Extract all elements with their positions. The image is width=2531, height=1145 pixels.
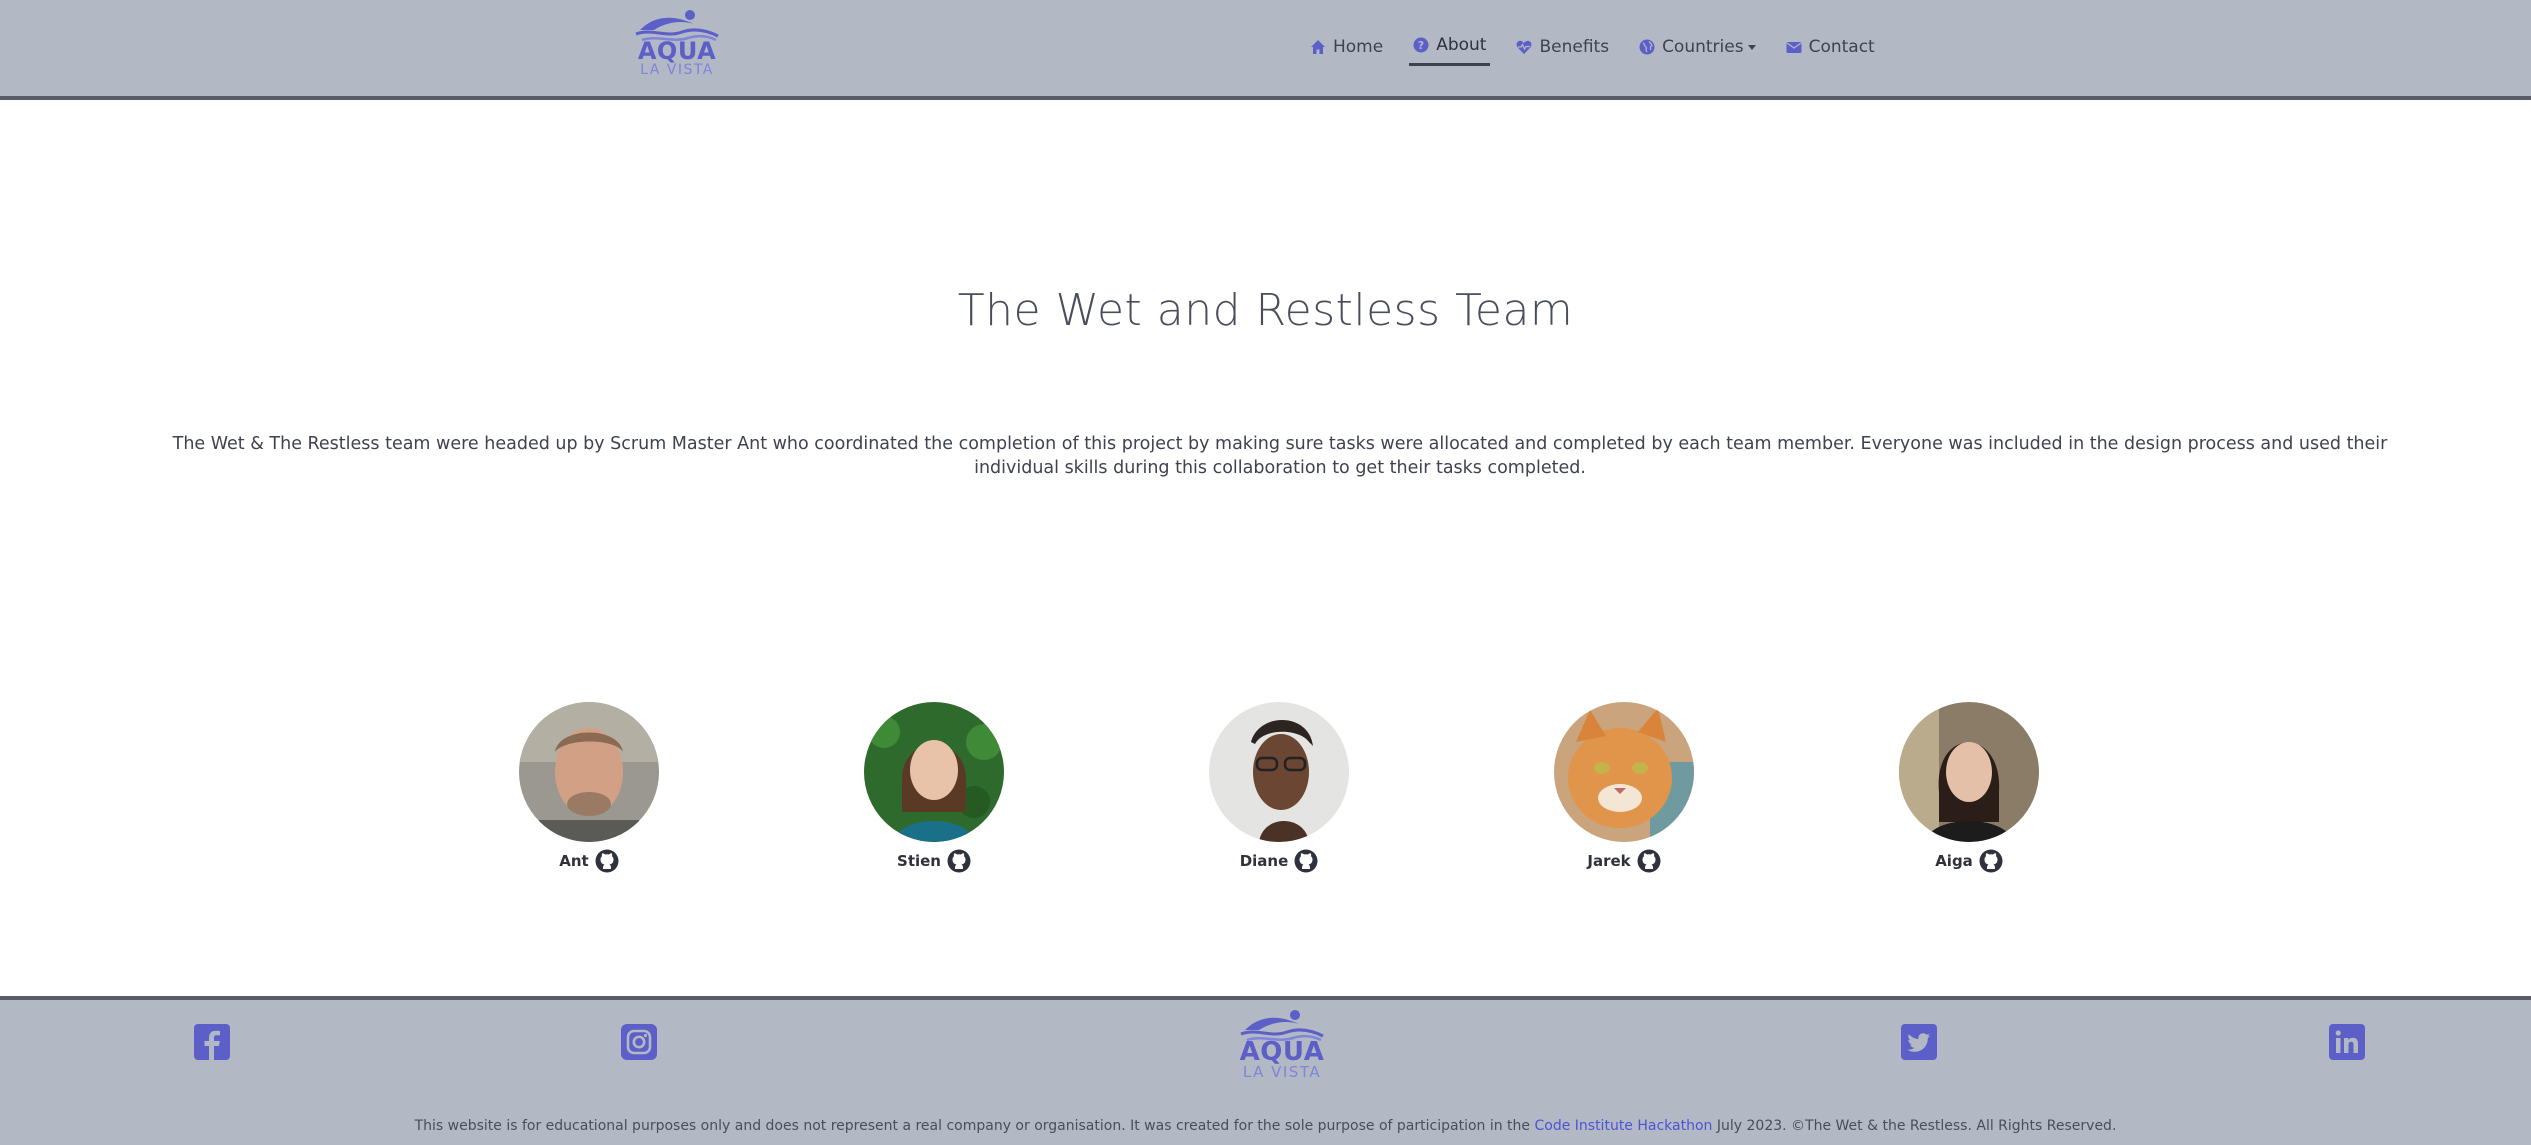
team-member-aiga: Aiga [1869, 702, 2069, 873]
globe-icon [1639, 39, 1655, 54]
team-member-jarek: Jarek [1524, 702, 1724, 873]
site-logo[interactable]: AQUA LA VISTA [632, 8, 722, 86]
footer-logo-tagline: LA VISTA [1242, 1063, 1322, 1081]
avatar-ant [519, 702, 659, 842]
nav-home[interactable]: Home [1306, 34, 1387, 65]
footer-copyright: This website is for educational purposes… [0, 1118, 2531, 1134]
nav-countries-dropdown[interactable]: Countries [1635, 34, 1760, 65]
nav-home-label: Home [1333, 36, 1384, 57]
member-label: Aiga [1935, 849, 2003, 873]
team-member-diane: Diane [1179, 702, 1379, 873]
copyright-text-end: July 2023. ©The Wet & the Restless. All … [1712, 1118, 2117, 1134]
home-icon [1311, 39, 1325, 54]
member-label: Jarek [1587, 849, 1661, 873]
github-icon[interactable] [595, 849, 619, 873]
copyright-text-start: This website is for educational purposes… [414, 1118, 1535, 1134]
member-name: Diane [1239, 852, 1289, 870]
github-icon[interactable] [1637, 849, 1661, 873]
member-name: Stien [897, 852, 941, 870]
svg-text:?: ? [1418, 39, 1424, 52]
footer-logo-title: AQUA [1239, 1037, 1325, 1067]
avatar-aiga [1899, 702, 2039, 842]
footer-logo[interactable]: AQUA LA VISTA [1232, 1008, 1332, 1080]
team-member-ant: Ant [489, 702, 689, 873]
member-name: Aiga [1935, 852, 1973, 870]
chevron-down-icon [1747, 45, 1756, 50]
member-name: Jarek [1587, 852, 1631, 870]
team-intro-text: The Wet & The Restless team were headed … [172, 434, 2388, 478]
facebook-icon[interactable] [194, 1024, 230, 1060]
logo-tagline: LA VISTA [640, 62, 714, 78]
site-header: AQUA LA VISTA Home ? About Benefits Coun… [0, 0, 2531, 100]
twitter-icon[interactable] [1901, 1024, 1937, 1060]
nav-contact[interactable]: Contact [1782, 34, 1879, 65]
envelope-icon [1786, 41, 1802, 53]
team-member-stien: Stien [834, 702, 1034, 873]
page-title: The Wet and Restless Team [957, 285, 1574, 336]
nav-benefits[interactable]: Benefits [1512, 34, 1613, 65]
nav-about[interactable]: ? About [1409, 32, 1491, 66]
logo-title: AQUA [637, 37, 717, 65]
github-icon[interactable] [947, 849, 971, 873]
instagram-icon[interactable] [621, 1024, 657, 1060]
nav-benefits-label: Benefits [1539, 36, 1610, 57]
nav-countries-label: Countries [1662, 36, 1744, 57]
hackathon-link[interactable]: Code Institute Hackathon [1534, 1118, 1712, 1134]
github-icon[interactable] [1979, 849, 2003, 873]
member-label: Ant [559, 849, 619, 873]
avatar-diane [1209, 702, 1349, 842]
question-circle-icon: ? [1413, 37, 1429, 53]
main-nav: Home ? About Benefits Countries Contact [1306, 32, 1901, 66]
nav-about-label: About [1436, 35, 1487, 55]
avatar-stien [864, 702, 1004, 842]
site-footer: AQUA LA VISTA This website is for educat… [0, 996, 2531, 1145]
member-name: Ant [559, 852, 589, 870]
heart-pulse-icon [1517, 40, 1532, 54]
avatar-jarek [1554, 702, 1694, 842]
member-label: Stien [897, 849, 971, 873]
linkedin-icon[interactable] [2329, 1024, 2365, 1060]
member-label: Diane [1240, 849, 1319, 873]
nav-contact-label: Contact [1808, 36, 1875, 57]
github-icon[interactable] [1294, 849, 1318, 873]
